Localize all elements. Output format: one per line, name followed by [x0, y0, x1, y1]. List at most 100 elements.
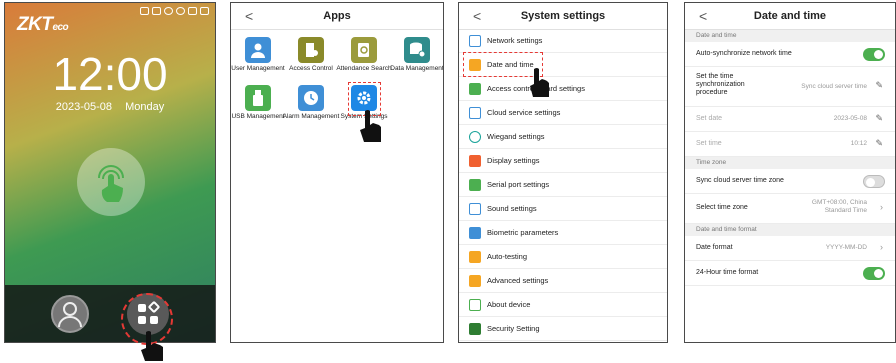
- setting-label: Advanced settings: [487, 276, 549, 285]
- set-time-row[interactable]: Set time 10:12 ✎: [685, 132, 895, 157]
- app-usb-management[interactable]: USB Management: [231, 85, 288, 121]
- sync-timezone-row[interactable]: Sync cloud server time zone: [685, 169, 895, 194]
- setting-display[interactable]: Display settings: [459, 149, 667, 173]
- set-time-label: Set time: [696, 140, 722, 147]
- setting-label: Cloud service settings: [487, 108, 561, 117]
- section-header: Time zone: [685, 157, 895, 169]
- network-icon: [469, 35, 481, 47]
- date-time-screen: < Date and time Date and time Auto-synch…: [684, 2, 896, 343]
- set-date-row[interactable]: Set date 2023-05-08 ✎: [685, 107, 895, 132]
- setting-label: Auto-testing: [487, 252, 528, 261]
- user-icon[interactable]: [51, 295, 89, 333]
- about-device-icon: [469, 299, 481, 311]
- select-timezone-label: Select time zone: [696, 204, 748, 211]
- section-header: Date and time format: [685, 224, 895, 236]
- serial-port-icon: [469, 179, 481, 191]
- page-title: System settings: [520, 10, 606, 22]
- clock-date: 2023-05-08 Monday: [55, 101, 165, 113]
- sound-icon: [469, 203, 481, 215]
- alarm-clock-icon: [298, 85, 324, 111]
- cloud-icon: [469, 107, 481, 119]
- sync-timezone-toggle[interactable]: [863, 175, 885, 188]
- auto-sync-label: Auto-synchronize network time: [696, 50, 792, 57]
- setting-advanced[interactable]: Advanced settings: [459, 269, 667, 293]
- setting-network[interactable]: Network settings: [459, 29, 667, 53]
- clock-time: 12:00: [52, 48, 168, 100]
- pointing-hand-icon: [360, 110, 381, 142]
- sync-timezone-label: Sync cloud server time zone: [696, 177, 784, 184]
- app-label: Data Management: [390, 65, 444, 72]
- setting-auto-testing[interactable]: Auto-testing: [459, 245, 667, 269]
- select-timezone-value: GMT+08:00, China Standard Time: [811, 199, 867, 214]
- advanced-settings-icon: [469, 275, 481, 287]
- sync-procedure-label: Set the time synchronization procedure: [696, 73, 745, 96]
- setting-label: Network settings: [487, 36, 543, 45]
- date-format-row[interactable]: Date format YYYY-MM-DD ›: [685, 236, 895, 261]
- app-label: Alarm Management: [282, 113, 340, 120]
- app-label: USB Management: [231, 113, 285, 120]
- title-bar: < System settings: [459, 3, 667, 30]
- biometric-icon: [469, 227, 481, 239]
- select-timezone-row[interactable]: Select time zone GMT+08:00, China Standa…: [685, 194, 895, 224]
- home-screen: ZKTeco 12:00 2023-05-08 Monday: [4, 2, 216, 343]
- setting-cloud-service[interactable]: Cloud service settings: [459, 101, 667, 125]
- hour24-row[interactable]: 24-Hour time format: [685, 261, 895, 286]
- sync-procedure-value: Sync cloud server time: [801, 83, 867, 90]
- access-control-icon: [298, 37, 324, 63]
- setting-label: Display settings: [487, 156, 540, 165]
- status-icon: [152, 7, 161, 15]
- setting-security[interactable]: Security Setting: [459, 317, 667, 341]
- setting-access-control-board[interactable]: Access control board settings: [459, 77, 667, 101]
- fingerprint-touch-icon[interactable]: [77, 148, 145, 216]
- setting-sound[interactable]: Sound settings: [459, 197, 667, 221]
- usb-icon: [245, 85, 271, 111]
- setting-biometric[interactable]: Biometric parameters: [459, 221, 667, 245]
- chevron-right-icon: ›: [880, 202, 883, 212]
- date-format-value: YYYY-MM-DD: [825, 244, 867, 251]
- brand-logo: ZKTeco: [17, 14, 69, 35]
- app-attendance-search[interactable]: Attendance Search: [334, 37, 394, 73]
- access-board-icon: [469, 83, 481, 95]
- hour24-label: 24-Hour time format: [696, 269, 759, 276]
- date-format-label: Date format: [696, 244, 733, 251]
- chevron-right-icon: ›: [880, 242, 883, 252]
- attendance-search-icon: [351, 37, 377, 63]
- status-bar: [140, 7, 209, 15]
- auto-sync-row[interactable]: Auto-synchronize network time: [685, 42, 895, 67]
- page-title: Apps: [323, 10, 351, 22]
- apps-screen: < Apps User Management Access Control At…: [230, 2, 444, 343]
- status-icon: [164, 7, 173, 15]
- system-settings-screen: < System settings Network settings Date …: [458, 2, 668, 343]
- app-data-management[interactable]: Data Management: [387, 37, 444, 73]
- app-label: User Management: [231, 65, 285, 72]
- edit-pencil-icon[interactable]: ✎: [875, 113, 883, 124]
- page-title: Date and time: [753, 10, 827, 22]
- data-management-icon: [404, 37, 430, 63]
- auto-testing-icon: [469, 251, 481, 263]
- auto-sync-toggle[interactable]: [863, 48, 885, 61]
- setting-about-device[interactable]: About device: [459, 293, 667, 317]
- app-alarm-management[interactable]: Alarm Management: [281, 85, 341, 121]
- setting-wiegand[interactable]: Wiegand settings: [459, 125, 667, 149]
- pointing-hand-icon: [141, 331, 163, 361]
- hour24-toggle[interactable]: [863, 267, 885, 280]
- bottom-bar: [5, 285, 215, 342]
- setting-label: Biometric parameters: [487, 228, 559, 237]
- wiegand-icon: [469, 131, 481, 143]
- app-user-management[interactable]: User Management: [231, 37, 288, 73]
- security-icon: [469, 323, 481, 335]
- setting-serial-port[interactable]: Serial port settings: [459, 173, 667, 197]
- edit-pencil-icon[interactable]: ✎: [875, 138, 883, 149]
- status-icon: [188, 7, 197, 15]
- user-management-icon: [245, 37, 271, 63]
- app-access-control[interactable]: Access Control: [281, 37, 341, 73]
- sync-procedure-row[interactable]: Set the time synchronization procedure S…: [685, 67, 895, 107]
- setting-label: About device: [487, 300, 531, 309]
- setting-label: Security Setting: [487, 324, 540, 333]
- section-header: Date and time: [685, 30, 895, 42]
- setting-label: Serial port settings: [487, 180, 550, 189]
- edit-pencil-icon[interactable]: ✎: [875, 80, 883, 91]
- status-icon: [140, 7, 149, 15]
- set-date-label: Set date: [696, 115, 723, 122]
- display-icon: [469, 155, 481, 167]
